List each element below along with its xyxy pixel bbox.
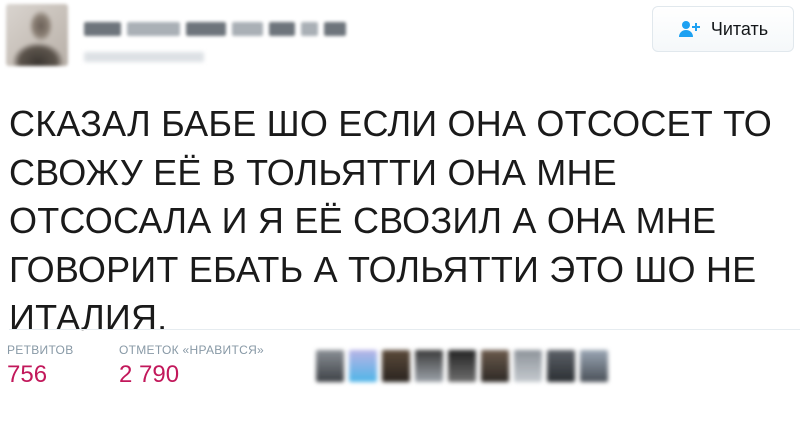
liker-avatars <box>316 350 608 382</box>
retweets-stat[interactable]: РЕТВИТОВ 756 <box>7 343 74 389</box>
liker-avatar[interactable] <box>547 350 575 382</box>
follow-button-label: Читать <box>710 18 769 39</box>
retweets-count: 756 <box>7 361 48 388</box>
likes-label: ОТМЕТОК «НРАВИТСЯ» <box>119 343 265 357</box>
liker-avatar[interactable] <box>514 350 542 382</box>
liker-avatar[interactable] <box>580 350 608 382</box>
liker-avatar[interactable] <box>382 350 410 382</box>
tweet-text: СКАЗАЛ БАБЕ ШО ЕСЛИ ОНА ОТСОСЕТ ТО СВОЖУ… <box>9 103 772 338</box>
liker-avatar[interactable] <box>448 350 476 382</box>
author-name-blurred[interactable] <box>84 16 346 42</box>
divider <box>9 329 800 330</box>
liker-avatar[interactable] <box>349 350 377 382</box>
likes-stat[interactable]: ОТМЕТОК «НРАВИТСЯ» 2 790 <box>119 343 264 389</box>
author-handle-blurred <box>84 52 204 62</box>
add-person-icon <box>678 21 700 37</box>
likes-count: 2 790 <box>119 361 180 388</box>
liker-avatar[interactable] <box>316 350 344 382</box>
follow-button[interactable]: Читать <box>652 6 794 52</box>
avatar[interactable] <box>6 4 68 66</box>
retweets-label: РЕТВИТОВ <box>7 343 74 357</box>
liker-avatar[interactable] <box>415 350 443 382</box>
liker-avatar[interactable] <box>481 350 509 382</box>
